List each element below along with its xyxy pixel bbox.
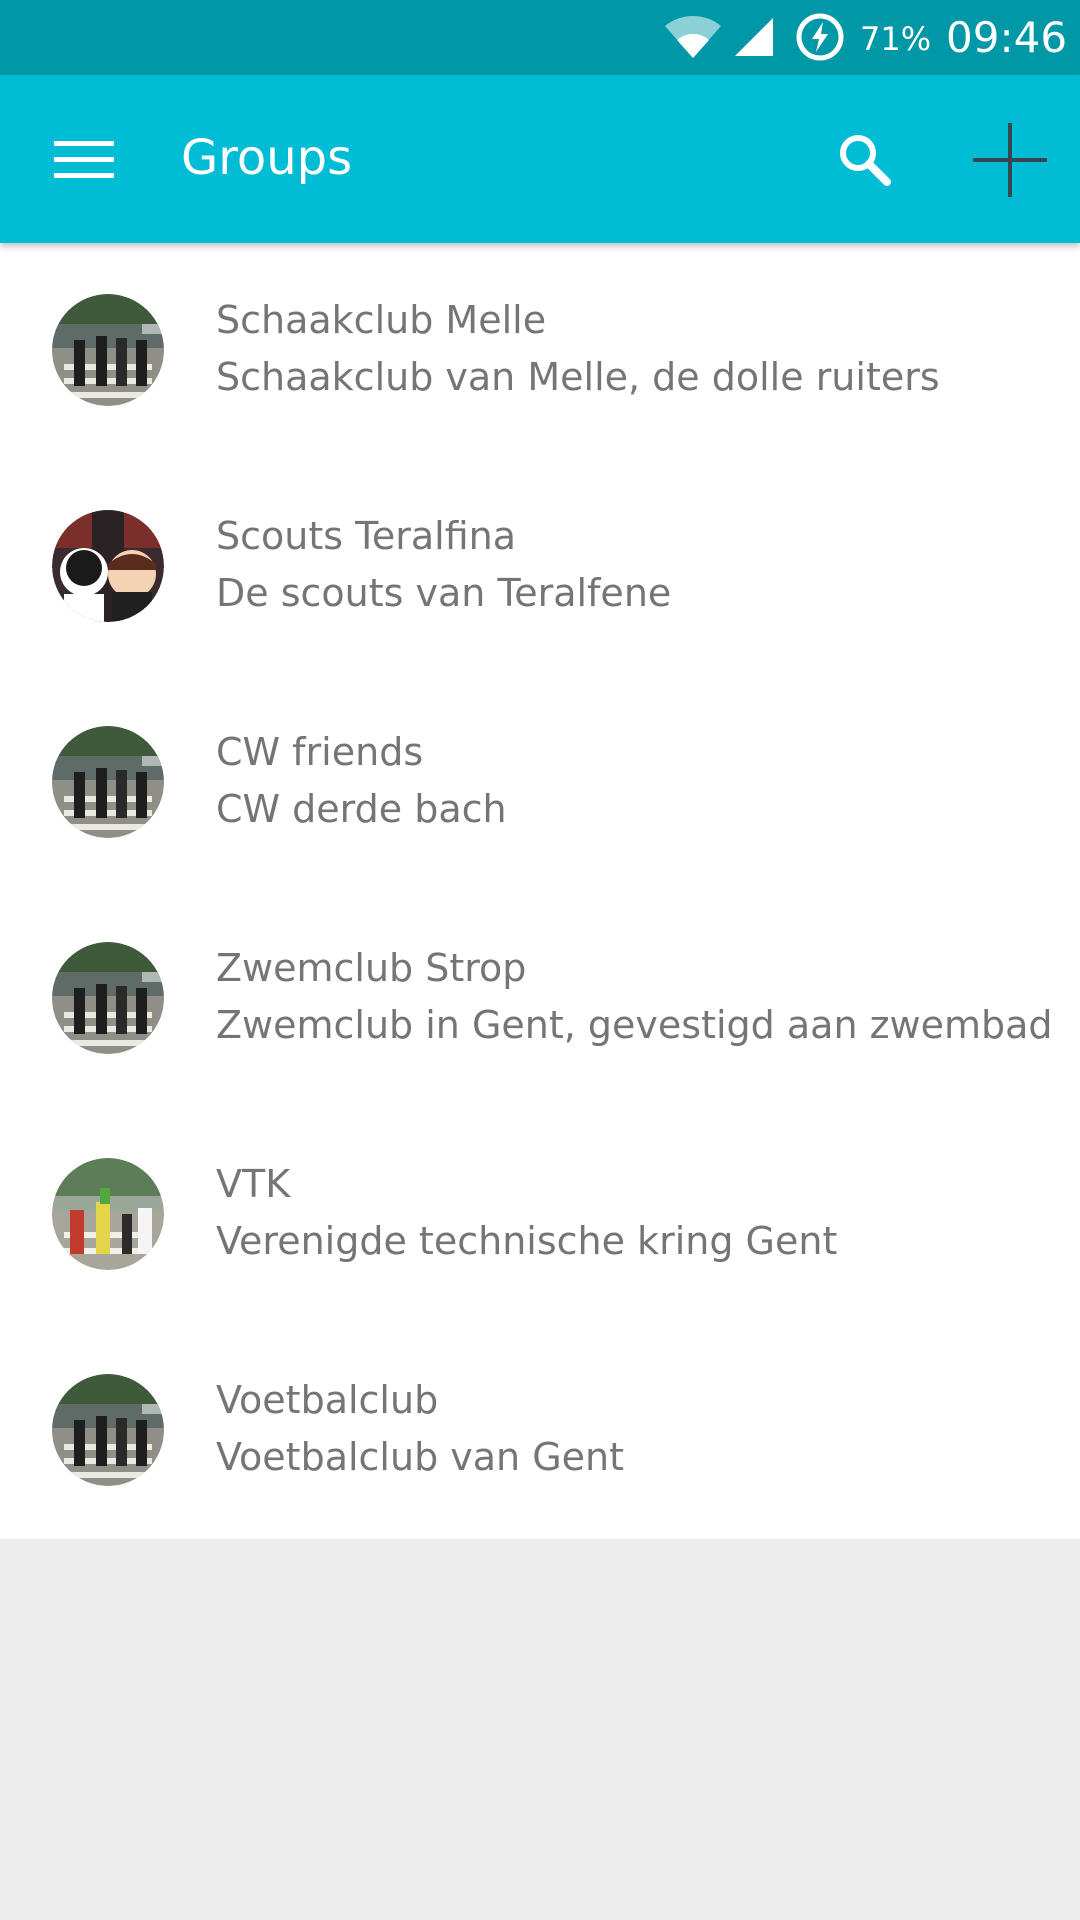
group-list-item[interactable]: Zwemclub Strop Zwemclub in Gent, gevesti… [0, 891, 1080, 1107]
group-list-item[interactable]: Voetbalclub Voetbalclub van Gent [0, 1323, 1080, 1539]
battery-saver-icon [795, 12, 845, 62]
group-name: Voetbalclub [216, 1378, 439, 1422]
group-description: Verenigde technische kring Gent [216, 1219, 838, 1263]
group-list: Schaakclub Melle Schaakclub van Melle, d… [0, 243, 1080, 1539]
group-avatar [52, 1158, 164, 1270]
add-group-button[interactable] [960, 115, 1060, 215]
group-avatar [52, 294, 164, 406]
menu-icon [54, 141, 114, 178]
group-avatar [52, 510, 164, 622]
page-title: Groups [181, 130, 353, 186]
group-name: Scouts Teralfina [216, 514, 517, 558]
group-name: Schaakclub Melle [216, 298, 547, 342]
group-name: VTK [216, 1162, 291, 1206]
menu-button[interactable] [38, 119, 130, 199]
status-bar: 71% 09:46 [0, 0, 1080, 75]
group-list-item[interactable]: VTK Verenigde technische kring Gent [0, 1107, 1080, 1323]
group-name: CW friends [216, 730, 424, 774]
group-description: Voetbalclub van Gent [216, 1435, 625, 1479]
search-icon [840, 135, 891, 186]
group-list-item[interactable]: CW friends CW derde bach [0, 675, 1080, 891]
search-button[interactable] [820, 115, 910, 205]
group-avatar [52, 1374, 164, 1486]
group-list-item[interactable]: Scouts Teralfina De scouts van Teralfene [0, 459, 1080, 675]
wifi-icon [663, 14, 723, 60]
group-name: Zwemclub Strop [216, 946, 527, 990]
group-description: Schaakclub van Melle, de dolle ruiters [216, 355, 940, 399]
group-description: De scouts van Teralfene [216, 571, 672, 615]
add-icon [973, 123, 1047, 197]
group-avatar [52, 726, 164, 838]
group-description: CW derde bach [216, 787, 507, 831]
app-bar: Groups [0, 75, 1080, 243]
status-time: 09:46 [946, 13, 1068, 62]
group-avatar [52, 942, 164, 1054]
group-description: Zwemclub in Gent, gevestigd aan zwembad [216, 1003, 1053, 1047]
group-list-item[interactable]: Schaakclub Melle Schaakclub van Melle, d… [0, 243, 1080, 459]
signal-icon [733, 16, 775, 58]
battery-percentage: 71% [860, 20, 932, 58]
